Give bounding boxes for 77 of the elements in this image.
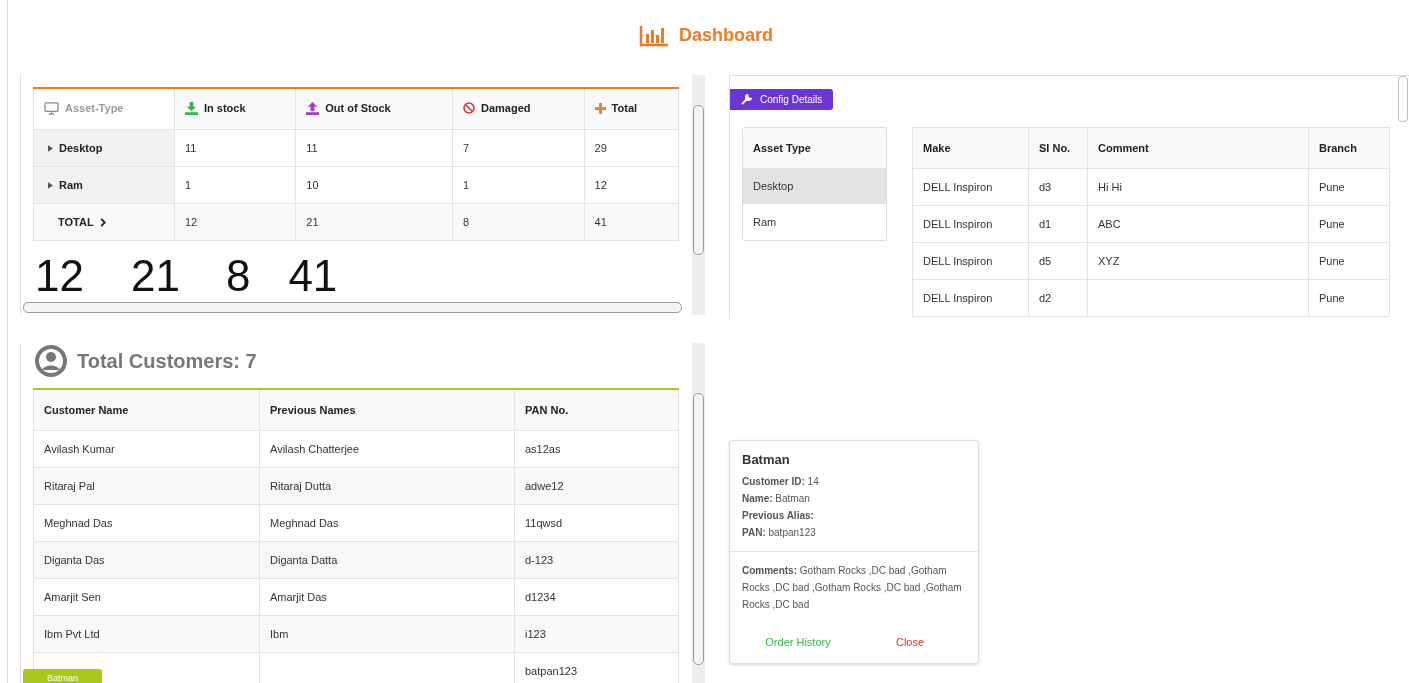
table-cell: 11qwsd bbox=[525, 517, 563, 529]
table-cell[interactable]: Ritaraj Pal bbox=[44, 480, 95, 492]
total-customers-title: Total Customers: 7 bbox=[77, 349, 257, 373]
column-header: SI No. bbox=[1039, 142, 1071, 154]
total-number: 21 bbox=[130, 251, 180, 301]
table-cell[interactable]: Avilash Kumar bbox=[44, 443, 115, 455]
column-header: Branch bbox=[1319, 142, 1357, 154]
table-cell: DELL Inspiron bbox=[923, 255, 993, 267]
table-cell: d1234 bbox=[525, 591, 556, 603]
table-cell: ABC bbox=[1098, 218, 1121, 230]
total-label: TOTAL bbox=[58, 216, 94, 228]
table-cell: 10 bbox=[306, 179, 319, 191]
table-cell: as12as bbox=[525, 443, 561, 455]
table-cell: 29 bbox=[594, 142, 607, 154]
column-header: Damaged bbox=[480, 102, 531, 114]
column-header: Total bbox=[611, 102, 638, 115]
customer-detail: PAN: batpan123 bbox=[742, 526, 817, 540]
table-cell: d-123 bbox=[525, 554, 554, 566]
asset-type-item[interactable]: Ram bbox=[743, 204, 886, 240]
column-header: Asset-Type bbox=[65, 102, 124, 114]
table-cell: Ibm bbox=[270, 628, 289, 640]
table-cell: d5 bbox=[1039, 255, 1052, 267]
column-header: Make bbox=[923, 142, 951, 154]
table-cell: Avilash Chatterjee bbox=[270, 443, 360, 455]
table-cell[interactable]: Meghnad Das bbox=[44, 517, 113, 529]
customer-detail: Name: Batman bbox=[742, 492, 811, 506]
customer-detail: Customer ID: 14 bbox=[742, 475, 820, 489]
table-cell: Ritaraj Dutta bbox=[270, 480, 332, 492]
column-header: PAN No. bbox=[525, 404, 569, 416]
total-number: 8 bbox=[225, 251, 251, 301]
comments-text: Comments: Gotham Rocks ,DC bad ,Gotham Rocks ,DC bad ,Gotham Rocks ,DC bad ,Gotham Rocks ,DC bad bbox=[742, 564, 963, 612]
table-cell: 12 bbox=[594, 179, 607, 191]
table-cell: 7 bbox=[462, 142, 470, 154]
table-cell: d2 bbox=[1039, 292, 1052, 304]
table-cell: d1 bbox=[1039, 218, 1052, 230]
table-cell: i123 bbox=[525, 628, 546, 640]
table-cell: Pune bbox=[1319, 292, 1345, 304]
table-cell: DELL Inspiron bbox=[923, 218, 993, 230]
table-cell: 8 bbox=[462, 216, 470, 228]
table-cell: 21 bbox=[306, 216, 319, 228]
table-cell: d3 bbox=[1039, 181, 1052, 193]
total-number: 12 bbox=[35, 251, 84, 301]
table-cell: 41 bbox=[594, 216, 607, 228]
table-cell: Pune bbox=[1319, 255, 1345, 267]
table-cell: 12 bbox=[185, 216, 198, 228]
asset-type-name: Desktop bbox=[59, 142, 103, 155]
customer-detail: Previous Alias: bbox=[742, 509, 815, 523]
column-header: Customer Name bbox=[44, 404, 129, 416]
popover-title: Batman bbox=[742, 452, 791, 467]
table-cell: DELL Inspiron bbox=[923, 181, 993, 193]
table-cell[interactable]: Ibm Pvt Ltd bbox=[44, 628, 100, 640]
table-cell: DELL Inspiron bbox=[923, 292, 993, 304]
config-details-tab[interactable]: Config Details bbox=[730, 89, 834, 110]
column-header: Previous Names bbox=[270, 404, 356, 416]
table-cell: adwe12 bbox=[525, 480, 564, 492]
dashboard-title: Dashboard bbox=[679, 25, 773, 46]
table-cell: Meghnad Das bbox=[270, 517, 339, 529]
table-cell: Pune bbox=[1319, 218, 1345, 230]
table-cell: 11 bbox=[306, 142, 318, 154]
table-cell[interactable]: Amarjit Sen bbox=[44, 591, 101, 603]
asset-type-name: Ram bbox=[59, 179, 83, 192]
asset-type-item[interactable]: Desktop bbox=[743, 168, 886, 204]
list-header: Asset Type bbox=[753, 142, 811, 154]
table-cell: 11 bbox=[185, 142, 197, 154]
table-cell: Amarjit Das bbox=[270, 591, 327, 603]
table-cell: Diganta Datta bbox=[270, 554, 338, 566]
table-cell: 1 bbox=[185, 179, 192, 191]
table-cell: Hi Hi bbox=[1098, 181, 1122, 193]
table-cell: XYZ bbox=[1098, 255, 1120, 267]
table-cell: 1 bbox=[462, 179, 470, 191]
column-header: Out of Stock bbox=[325, 102, 391, 114]
total-number: 41 bbox=[288, 251, 338, 301]
table-cell: Pune bbox=[1319, 181, 1345, 193]
table-cell[interactable]: Diganta Das bbox=[44, 554, 105, 566]
table-cell: batpan123 bbox=[525, 665, 577, 677]
column-header: Comment bbox=[1098, 142, 1149, 154]
column-header: In stock bbox=[204, 102, 246, 114]
